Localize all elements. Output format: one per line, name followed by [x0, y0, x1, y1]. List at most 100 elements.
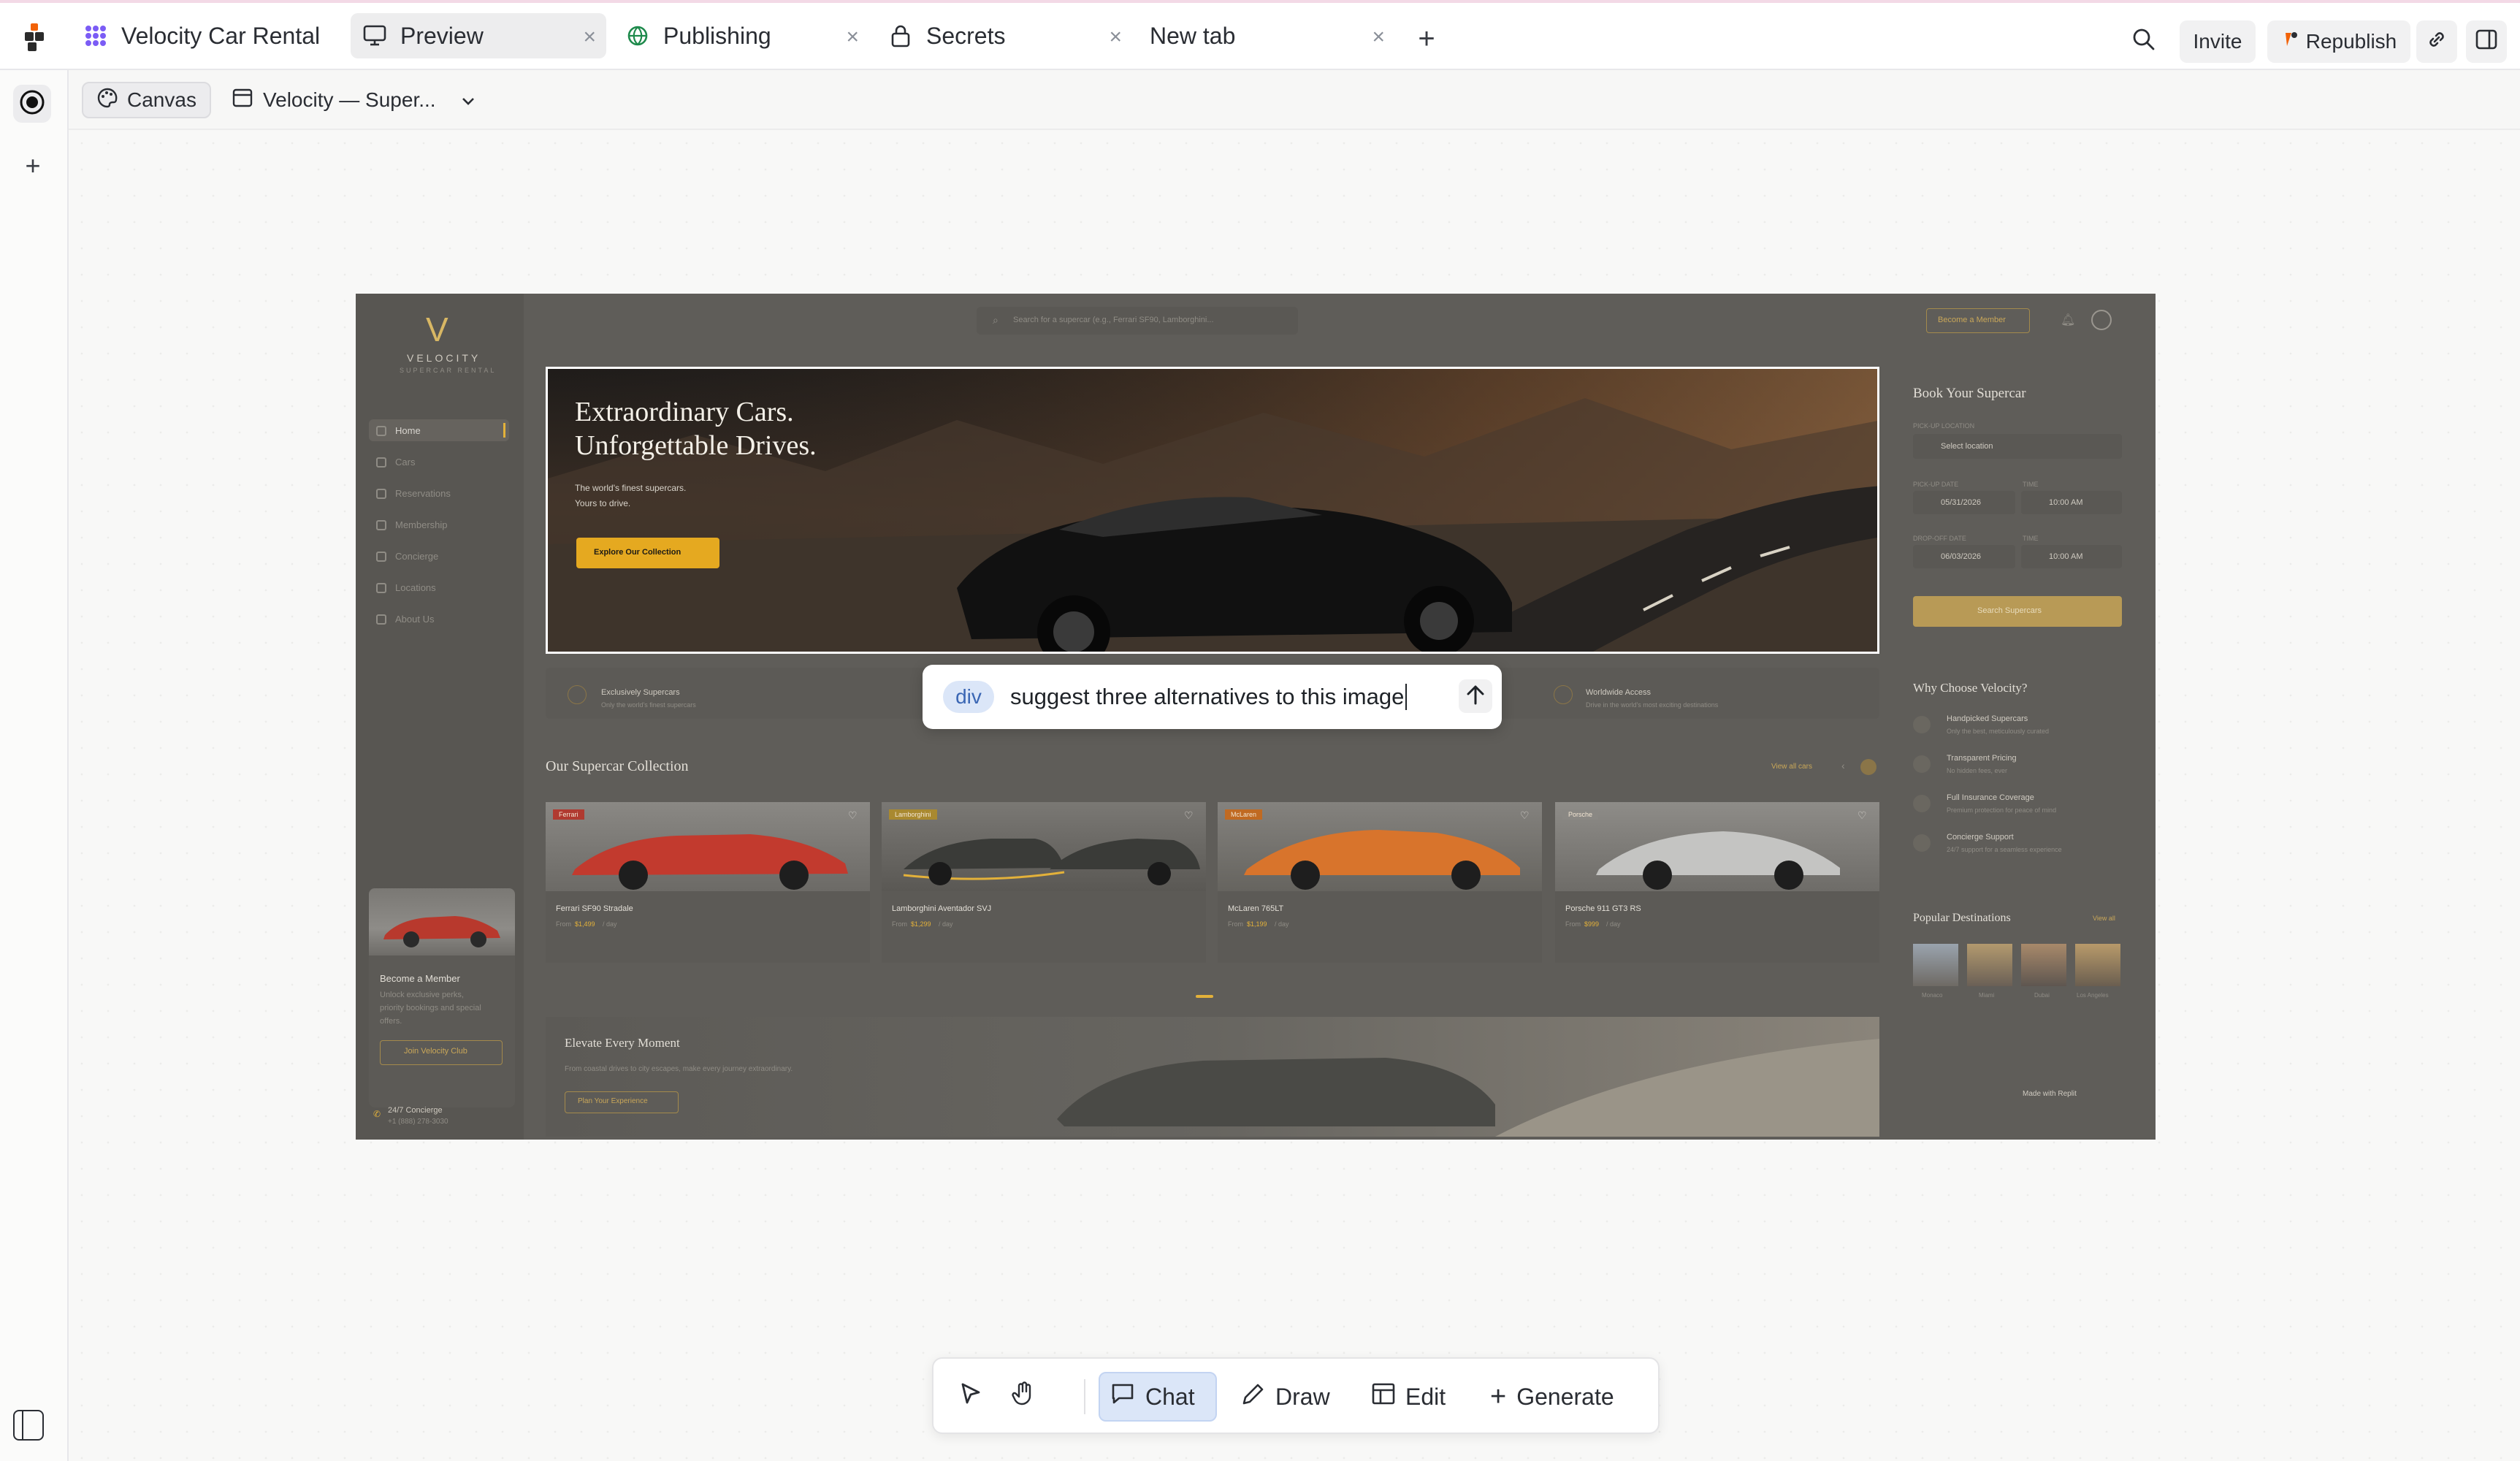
toggle-sidebar-button[interactable]: [13, 1410, 44, 1441]
heart-icon[interactable]: ♡: [848, 809, 858, 822]
cursor-icon: [960, 1382, 982, 1411]
carousel-next-button[interactable]: [1860, 759, 1876, 775]
close-icon[interactable]: ×: [846, 25, 859, 50]
tab-preview[interactable]: Preview ×: [351, 13, 606, 58]
car-card[interactable]: Lamborghini ♡ Lamborghini Aventador SVJ …: [882, 802, 1206, 963]
nav-item-home[interactable]: Home: [376, 425, 421, 436]
member-desc-1: Unlock exclusive perks,: [380, 991, 464, 999]
republish-button[interactable]: Republish: [2267, 20, 2410, 63]
tab-new[interactable]: New tab ×: [1139, 13, 1395, 58]
nav-item-reservations[interactable]: Reservations: [376, 488, 451, 499]
close-icon[interactable]: ×: [583, 25, 596, 50]
monitor-icon: [362, 23, 387, 48]
dropoff-time-label: TIME: [2023, 535, 2039, 542]
plus-icon: +: [1490, 1381, 1507, 1412]
view-all-cars-link[interactable]: View all cars: [1771, 763, 1812, 771]
invite-button[interactable]: Invite: [2180, 20, 2256, 63]
destination-image[interactable]: [2075, 944, 2120, 986]
add-button[interactable]: +: [19, 152, 47, 180]
join-club-label: Join Velocity Club: [404, 1047, 467, 1056]
member-title: Become a Member: [380, 973, 460, 984]
generate-tool-button[interactable]: + Generate: [1480, 1372, 1641, 1422]
new-tab-button[interactable]: +: [1410, 18, 1443, 60]
destination-image[interactable]: [1967, 944, 2012, 986]
feature-2-title: Worldwide Access: [1586, 688, 1652, 697]
close-icon[interactable]: ×: [1109, 25, 1122, 50]
search-icon: [2131, 27, 2156, 57]
nav-item-locations[interactable]: Locations: [376, 582, 436, 593]
record-button[interactable]: [13, 85, 51, 123]
close-icon[interactable]: ×: [1372, 25, 1385, 50]
why-1-desc: Only the best, meticulously curated: [1947, 728, 2050, 735]
replit-logo-icon[interactable]: [25, 23, 50, 51]
draw-tool-button[interactable]: Draw: [1232, 1372, 1347, 1422]
hand-icon: [1012, 1381, 1035, 1412]
destinations-view-all[interactable]: View all: [2093, 915, 2115, 922]
edit-tool-button[interactable]: Edit: [1362, 1372, 1465, 1422]
canvas-button[interactable]: Canvas: [82, 82, 211, 118]
search-supercars-label: Search Supercars: [1977, 606, 2042, 615]
carousel-dots: [1196, 995, 1213, 998]
heart-icon[interactable]: ♡: [1857, 809, 1867, 822]
preview-search-placeholder: Search for a supercar (e.g., Ferrari SF9…: [1013, 316, 1214, 324]
destination-label: Los Angeles: [2077, 992, 2109, 999]
avatar[interactable]: [2091, 310, 2112, 330]
nav-active-marker: [503, 423, 505, 438]
inline-chat-box[interactable]: div suggest three alternatives to this i…: [923, 665, 1502, 729]
car-badge: McLaren: [1225, 809, 1263, 820]
car-price: $1,499: [575, 920, 595, 928]
made-with-replit[interactable]: Made with Replit: [2023, 1090, 2077, 1098]
heart-icon[interactable]: ♡: [1520, 809, 1530, 822]
why-icon-3: [1913, 795, 1931, 812]
why-4-desc: 24/7 support for a seamless experience: [1947, 846, 2062, 853]
page-selector[interactable]: Velocity — Super...: [225, 82, 483, 118]
car-card[interactable]: Ferrari ♡ Ferrari SF90 Stradale From $1,…: [546, 802, 870, 963]
nav-item-cars[interactable]: Cars: [376, 457, 415, 468]
collection-title: Our Supercar Collection: [546, 758, 689, 774]
concierge-phone: +1 (888) 278-3030: [388, 1118, 448, 1126]
why-icon-4: [1913, 834, 1931, 852]
search-button[interactable]: [2126, 20, 2162, 63]
nav-item-concierge[interactable]: Concierge: [376, 551, 438, 562]
pickup-location-label: PICK-UP LOCATION: [1913, 422, 1975, 430]
send-button[interactable]: [1459, 679, 1492, 713]
car-price-prefix: From: [1228, 920, 1243, 928]
destination-image[interactable]: [2021, 944, 2066, 986]
app-grid-icon: [83, 23, 108, 48]
pan-tool-button[interactable]: [1001, 1372, 1046, 1422]
info-icon: [376, 614, 386, 625]
generate-label: Generate: [1516, 1383, 1614, 1410]
draw-label: Draw: [1275, 1383, 1330, 1410]
phone-icon: ✆: [373, 1109, 381, 1119]
top-bar: Velocity Car Rental Preview × Publishing…: [0, 0, 2520, 70]
destination-image[interactable]: [1913, 944, 1958, 986]
tab-secrets[interactable]: Secrets ×: [877, 13, 1132, 58]
record-icon: [19, 89, 45, 119]
page-label: Velocity — Super...: [263, 88, 436, 111]
tab-velocity-car-rental[interactable]: Velocity Car Rental: [72, 13, 335, 58]
lock-icon: [888, 23, 913, 48]
car-card[interactable]: McLaren ♡ McLaren 765LT From $1,199 / da…: [1218, 802, 1542, 963]
heart-icon[interactable]: ♡: [1184, 809, 1194, 822]
element-tag-chip[interactable]: div: [943, 681, 994, 713]
chat-tool-button[interactable]: Chat: [1099, 1372, 1217, 1422]
chat-input[interactable]: suggest three alternatives to this image: [1010, 684, 1408, 710]
nav-item-membership[interactable]: Membership: [376, 519, 448, 530]
toggle-panel-button[interactable]: [2466, 20, 2507, 63]
pickup-time-value: 10:00 AM: [2049, 498, 2083, 507]
car-badge: Lamborghini: [889, 809, 937, 820]
car-price: $1,199: [1247, 920, 1267, 928]
tab-publishing[interactable]: Publishing ×: [614, 13, 869, 58]
car-image: [546, 802, 870, 891]
chevron-left-icon[interactable]: ‹: [1841, 760, 1845, 771]
copy-link-button[interactable]: [2416, 20, 2457, 63]
bell-icon[interactable]: 🔔︎: [2061, 313, 2075, 327]
nav-item-about[interactable]: About Us: [376, 614, 434, 625]
select-tool-button[interactable]: [948, 1372, 993, 1422]
pickup-time-label: TIME: [2023, 481, 2039, 488]
member-desc-2: priority bookings and special: [380, 1004, 481, 1012]
car-price: $999: [1584, 920, 1600, 928]
why-2-desc: No hidden fees, ever: [1947, 767, 2008, 774]
car-card[interactable]: Porsche ♡ Porsche 911 GT3 RS From $999 /…: [1555, 802, 1879, 963]
search-icon: ⌕: [993, 314, 999, 326]
